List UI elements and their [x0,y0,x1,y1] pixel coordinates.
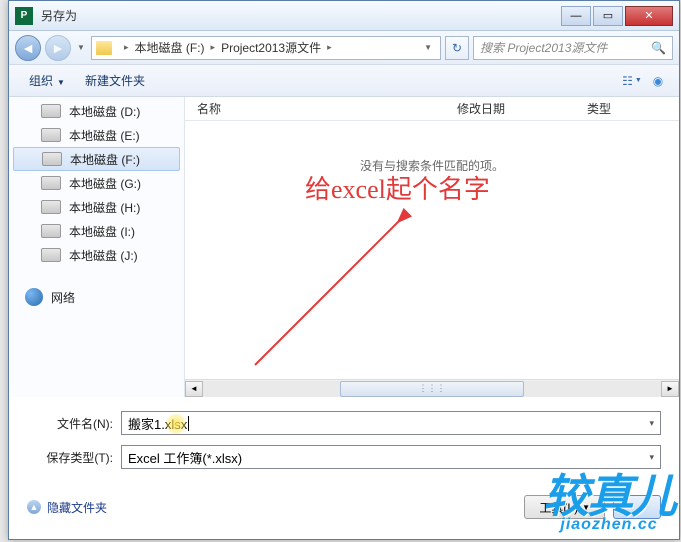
sidebar-item-drive-f[interactable]: 本地磁盘 (F:) [13,147,180,171]
scroll-right-button[interactable]: ► [661,381,679,397]
drive-icon [41,224,61,238]
sidebar: 本地磁盘 (D:) 本地磁盘 (E:) 本地磁盘 (F:) 本地磁盘 (G:) … [9,97,185,397]
network-icon [25,288,43,306]
back-button[interactable]: ◄ [15,35,41,61]
address-bar[interactable]: ▸ 本地磁盘 (F:) ▸ Project2013源文件 ▸ ▼ [91,36,441,60]
maximize-button[interactable]: ▭ [593,6,623,26]
folder-icon [96,41,112,55]
sidebar-item-drive-d[interactable]: 本地磁盘 (D:) [9,99,184,123]
history-dropdown[interactable]: ▼ [75,35,87,61]
app-icon: P [15,7,33,25]
address-dropdown[interactable]: ▼ [420,43,436,52]
drive-icon [41,104,61,118]
sidebar-item-drive-e[interactable]: 本地磁盘 (E:) [9,123,184,147]
sidebar-item-drive-j[interactable]: 本地磁盘 (J:) [9,243,184,267]
filename-dropdown[interactable]: ▾ [649,418,654,429]
column-date[interactable]: 修改日期 [445,100,575,117]
filetype-label: 保存类型(T): [27,449,113,466]
sidebar-item-drive-i[interactable]: 本地磁盘 (I:) [9,219,184,243]
filetype-dropdown[interactable]: ▾ [649,452,654,463]
navigation-bar: ◄ ► ▼ ▸ 本地磁盘 (F:) ▸ Project2013源文件 ▸ ▼ ↻… [9,31,679,65]
organize-button[interactable]: 组织▼ [19,68,75,93]
column-name[interactable]: 名称 [185,100,445,117]
horizontal-scrollbar[interactable]: ◄ ⋮⋮⋮ ► [185,379,679,397]
sidebar-item-drive-g[interactable]: 本地磁盘 (G:) [9,171,184,195]
minimize-button[interactable]: — [561,6,591,26]
breadcrumb-drive[interactable]: 本地磁盘 (F:) [135,39,205,56]
drive-icon [41,176,61,190]
filename-label: 文件名(N): [27,415,113,432]
close-button[interactable]: ✕ [625,6,673,26]
save-as-dialog: P 另存为 — ▭ ✕ ◄ ► ▼ ▸ 本地磁盘 (F:) ▸ Project2… [8,0,680,540]
scroll-thumb[interactable]: ⋮⋮⋮ [340,381,523,397]
sidebar-item-network[interactable]: 网络 [9,285,184,309]
refresh-button[interactable]: ↻ [445,36,469,60]
annotation-text: 给excel起个名字 [305,169,490,206]
empty-message: 没有与搜索条件匹配的项。 [185,157,679,174]
drive-icon [41,248,61,262]
drive-icon [42,152,62,166]
new-folder-button[interactable]: 新建文件夹 [75,68,155,93]
form-area: 文件名(N): 搬家1.xlsx ▾ 保存类型(T): Excel 工作簿(*.… [9,397,679,489]
search-placeholder: 搜索 Project2013源文件 [480,39,607,56]
scroll-left-button[interactable]: ◄ [185,381,203,397]
filename-input[interactable]: 搬家1.xlsx ▾ [121,411,661,435]
collapse-icon: ▲ [27,500,41,514]
file-list-area: 名称 修改日期 类型 没有与搜索条件匹配的项。 给excel起个名字 ◄ ⋮⋮⋮… [185,97,679,397]
toolbar: 组织▼ 新建文件夹 ☷▼ ◉ [9,65,679,97]
help-button[interactable]: ◉ [647,70,669,92]
hide-folders-link[interactable]: ▲ 隐藏文件夹 [27,499,107,516]
column-type[interactable]: 类型 [575,100,679,117]
search-icon: 🔍 [651,41,666,55]
titlebar: P 另存为 — ▭ ✕ [9,1,679,31]
view-button[interactable]: ☷▼ [621,70,643,92]
sidebar-item-drive-h[interactable]: 本地磁盘 (H:) [9,195,184,219]
annotation-arrow-icon [235,205,415,375]
window-title: 另存为 [41,7,559,24]
breadcrumb-folder[interactable]: Project2013源文件 [221,39,321,56]
search-input[interactable]: 搜索 Project2013源文件 🔍 [473,36,673,60]
drive-icon [41,128,61,142]
forward-button[interactable]: ► [45,35,71,61]
tools-button[interactable]: 工具(L)▼ [524,495,605,519]
body-area: 本地磁盘 (D:) 本地磁盘 (E:) 本地磁盘 (F:) 本地磁盘 (G:) … [9,97,679,397]
column-headers: 名称 修改日期 类型 [185,97,679,121]
save-button[interactable] [613,495,661,519]
footer: ▲ 隐藏文件夹 工具(L)▼ [9,489,679,531]
drive-icon [41,200,61,214]
filetype-select[interactable]: Excel 工作簿(*.xlsx) ▾ [121,445,661,469]
